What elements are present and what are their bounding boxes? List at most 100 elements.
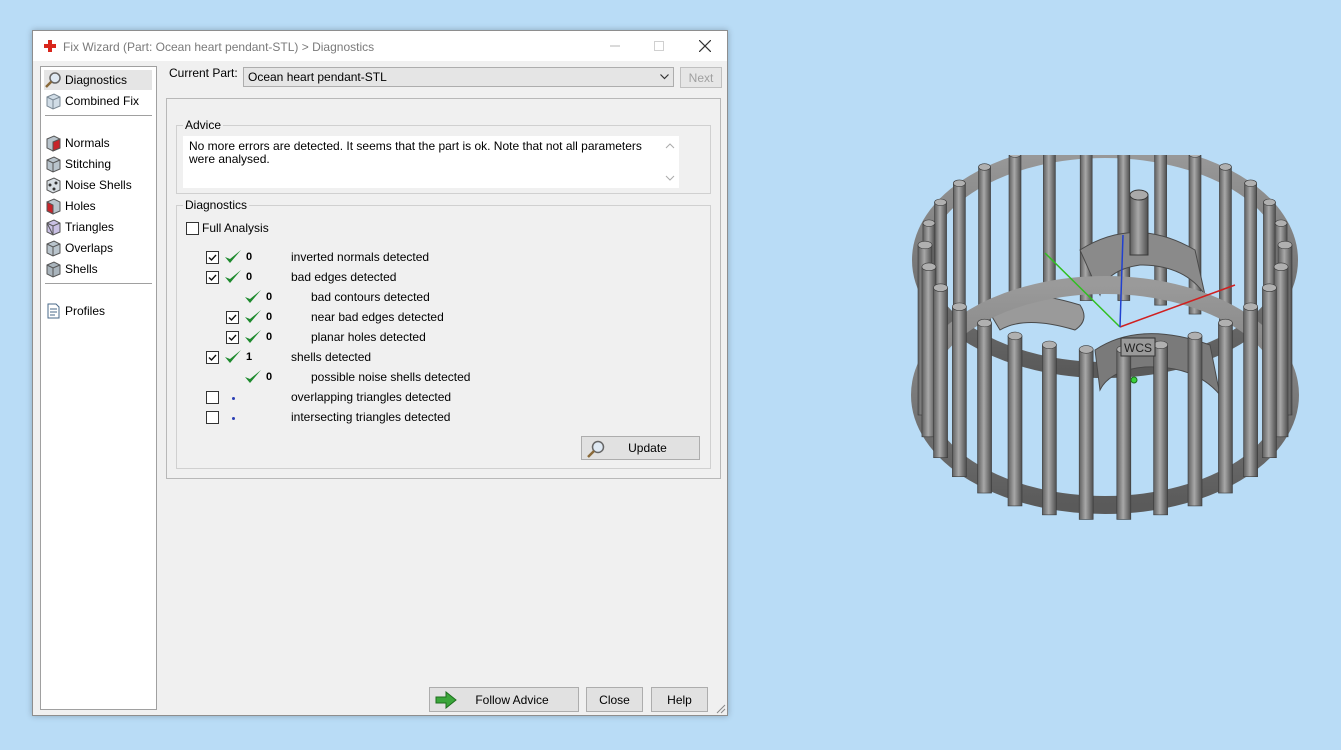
diagnostics-group: Diagnostics Full Analysis 0 inverted norm…	[176, 198, 711, 469]
sidebar-item-stitching[interactable]: Stitching	[44, 154, 152, 174]
close-button[interactable]	[683, 31, 727, 61]
check-icon	[225, 270, 241, 283]
normals-cube-icon	[46, 135, 61, 152]
shells-cube-icon	[46, 261, 61, 278]
full-analysis-checkbox[interactable]	[186, 222, 199, 235]
sidebar-item-shells[interactable]: Shells	[44, 259, 152, 279]
help-button[interactable]: Help	[651, 687, 708, 712]
3d-model-viewport[interactable]: WCS	[905, 155, 1300, 575]
sidebar-item-label: Stitching	[65, 157, 112, 171]
pendant-pillar-cap	[1244, 179, 1257, 187]
diagnostic-checkbox[interactable]	[206, 251, 219, 264]
holes-cube-icon	[46, 198, 61, 215]
current-part-label: Current Part:	[169, 66, 238, 80]
minimize-icon	[610, 45, 620, 47]
maximize-button[interactable]	[637, 31, 681, 61]
diagnostic-checkbox[interactable]	[206, 271, 219, 284]
fix-wizard-window: Fix Wizard (Part: Ocean heart pendant-ST…	[32, 30, 728, 716]
pendant-pillar-cap	[1243, 302, 1258, 311]
diagnostic-count: 1	[246, 351, 253, 363]
sidebar-item-label: Triangles	[65, 220, 114, 234]
diagnostic-count: 0	[266, 291, 273, 303]
maximize-icon	[654, 41, 664, 51]
diagnostic-checkbox[interactable]	[206, 391, 219, 404]
noise-shells-icon	[46, 177, 61, 194]
diagnostic-checkbox[interactable]	[226, 331, 239, 344]
sidebar-item-normals[interactable]: Normals	[44, 133, 152, 153]
follow-advice-button[interactable]: Follow Advice	[429, 687, 579, 712]
sidebar-item-label: Holes	[65, 199, 96, 213]
next-button[interactable]: Next	[680, 67, 722, 88]
wcs-label-box: WCS	[1120, 337, 1156, 357]
pendant-pillar-cap	[1263, 198, 1276, 206]
diagnostic-label: near bad edges detected	[311, 310, 444, 324]
sidebar-item-noise-shells[interactable]: Noise Shells	[44, 175, 152, 195]
pendant-pillar	[1218, 322, 1233, 494]
chevron-down-icon	[660, 74, 669, 80]
sidebar-item-triangles[interactable]: Triangles	[44, 217, 152, 237]
diagnostic-label: possible noise shells detected	[311, 370, 471, 384]
red-cross-icon	[44, 40, 56, 52]
sidebar-item-label: Combined Fix	[65, 94, 140, 108]
origin-marker-icon	[1130, 376, 1138, 384]
pendant-pillar-cap	[933, 283, 948, 292]
sidebar-item-label: Overlaps	[65, 241, 114, 255]
pendant-pillar	[1078, 349, 1094, 520]
diagnostics-title: Diagnostics	[183, 198, 250, 212]
close-dialog-button[interactable]: Close	[586, 687, 643, 712]
scroll-down-icon[interactable]	[665, 174, 675, 182]
diagnostic-checkbox[interactable]	[206, 411, 219, 424]
sidebar-item-label: Noise Shells	[65, 178, 132, 192]
diagnostic-label: overlapping triangles detected	[291, 390, 452, 404]
arrow-right-icon	[435, 691, 457, 709]
cube-icon	[46, 93, 61, 110]
sidebar-item-combined-fix[interactable]: Combined Fix	[44, 91, 152, 111]
pendant-pillar-cap	[1187, 331, 1203, 341]
pendant-pillar-cap	[917, 240, 933, 250]
pendant-pillar-cap	[953, 179, 966, 187]
pendant-pillar	[1042, 344, 1057, 516]
advice-group: Advice No more errors are detected. It s…	[176, 118, 711, 194]
diagnostic-checkbox[interactable]	[206, 351, 219, 364]
update-button[interactable]: Update	[581, 436, 700, 460]
pendant-pillar-cap	[1078, 345, 1094, 354]
pendant-pillar-cap	[1219, 163, 1232, 171]
diagnostics-panel: Advice No more errors are detected. It s…	[166, 98, 721, 479]
not-analysed-dot-icon	[232, 397, 235, 400]
pendant-pillar-cap	[922, 219, 936, 227]
close-icon	[699, 40, 711, 52]
pendant-pillar-cap	[921, 262, 937, 271]
sidebar-divider	[45, 283, 152, 284]
pendant-pillar	[1187, 335, 1203, 507]
sidebar-item-label: Shells	[65, 262, 98, 276]
current-part-dropdown[interactable]: Ocean heart pendant-STL	[243, 67, 674, 87]
check-icon	[245, 370, 261, 383]
sidebar-item-holes[interactable]: Holes	[44, 196, 152, 216]
check-icon	[245, 310, 261, 323]
diagnostic-label: shells detected	[291, 350, 372, 364]
scroll-up-icon[interactable]	[665, 142, 675, 150]
title-bar[interactable]: Fix Wizard (Part: Ocean heart pendant-ST…	[33, 31, 727, 61]
pendant-pillar-cap	[1274, 219, 1288, 227]
stitching-cube-icon	[46, 156, 61, 173]
window-title: Fix Wizard (Part: Ocean heart pendant-ST…	[63, 40, 375, 54]
overlaps-cube-icon	[46, 240, 61, 257]
pendant-pillar-cap	[1218, 318, 1233, 328]
sidebar-item-diagnostics[interactable]: Diagnostics	[44, 70, 152, 90]
resize-grip-icon[interactable]	[716, 704, 726, 714]
diagnostic-checkbox[interactable]	[226, 311, 239, 324]
diagnostic-label: intersecting triangles detected	[291, 410, 451, 424]
advice-textbox[interactable]: No more errors are detected. It seems th…	[183, 136, 679, 188]
sidebar-item-overlaps[interactable]: Overlaps	[44, 238, 152, 258]
pendant-pillar-cap	[952, 302, 967, 311]
sidebar-item-profiles[interactable]: Profiles	[44, 301, 152, 321]
minimize-button[interactable]	[593, 31, 637, 61]
follow-advice-label: Follow Advice	[475, 692, 549, 707]
pendant-pillar	[1153, 344, 1168, 516]
pendant-pillar-cap	[1153, 340, 1168, 350]
advice-text: No more errors are detected. It seems th…	[189, 139, 642, 166]
pendant-pillar-cap	[1277, 240, 1293, 250]
diagnostic-label: bad edges detected	[291, 270, 397, 284]
magnifier-icon	[45, 72, 61, 88]
advice-title: Advice	[183, 118, 224, 132]
